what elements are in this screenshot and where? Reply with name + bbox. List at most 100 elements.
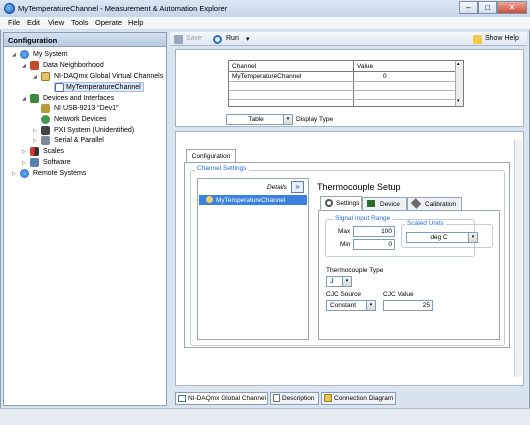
table-scrollbar[interactable]: ▴ ▾ [455, 61, 463, 106]
tree-item-mytemperaturechannel[interactable]: MyTemperatureChannel [66, 84, 141, 91]
close-button[interactable]: ✕ [497, 1, 527, 14]
thermocouple-type-value: J [330, 278, 334, 285]
cjc-value-input[interactable]: 25 [383, 300, 433, 311]
menu-view[interactable]: View [48, 18, 64, 27]
configuration-tab-body: Channel Settings Details » MyTemperature… [184, 162, 510, 348]
tab-global-channel-label: NI-DAQmx Global Channel [188, 395, 267, 402]
channel-settings-label: Channel Settings [195, 165, 249, 172]
cjc-source-dropdown[interactable]: Constant ▾ [326, 300, 376, 311]
tab-connection-diagram[interactable]: Connection Diagram [321, 392, 396, 405]
maximize-button[interactable]: □ [478, 1, 497, 14]
min-label: Min [340, 241, 351, 248]
show-help-button[interactable]: Show Help [485, 35, 519, 42]
display-type-value: Table [248, 116, 264, 123]
chevron-down-icon[interactable]: ▾ [283, 115, 292, 124]
tab-global-channel[interactable]: NI-DAQmx Global Channel [175, 392, 268, 405]
table-row-line [229, 99, 455, 100]
expand-arrow-icon[interactable]: ▷ [22, 149, 26, 155]
tree-item-devices-and-interfaces[interactable]: Devices and Interfaces [43, 95, 114, 102]
run-button[interactable]: Run [226, 35, 239, 42]
tree-item-remote-systems[interactable]: Remote Systems [33, 170, 86, 177]
configuration-header: Configuration [4, 33, 166, 47]
computer-icon [20, 50, 29, 59]
save-button[interactable]: Save [186, 35, 202, 42]
tree-item-my-system[interactable]: My System [33, 51, 68, 58]
expand-arrow-icon[interactable]: ▷ [33, 138, 37, 144]
tab-connection-diagram-label: Connection Diagram [334, 395, 394, 402]
database-icon [30, 61, 39, 70]
cjc-source-value: Constant [330, 302, 357, 309]
expand-arrow-icon[interactable]: ◢ [12, 52, 16, 58]
help-icon [473, 35, 482, 44]
tree-item-software[interactable]: Software [43, 159, 71, 166]
expand-arrow-icon[interactable]: ▷ [22, 160, 26, 166]
menu-tools[interactable]: Tools [71, 18, 89, 27]
menu-file[interactable]: File [8, 18, 20, 27]
thermocouple-setup-title: Thermocouple Setup [317, 182, 401, 192]
scaled-units-label: Scaled Units [405, 220, 446, 227]
menu-edit[interactable]: Edit [27, 18, 40, 27]
table-cell-value: 0 [383, 73, 387, 80]
expand-arrow-icon[interactable]: ◢ [33, 74, 37, 80]
run-icon [213, 35, 222, 44]
min-input[interactable]: 0 [353, 239, 395, 250]
table-cell-channel: MyTemperatureChannel [232, 73, 302, 80]
tab-description-label: Description [282, 395, 315, 402]
remote-icon [20, 169, 29, 178]
channel-value-table: Channel Value MyTemperatureChannel 0 ▴ ▾ [228, 60, 464, 107]
table-header-channel: Channel [232, 63, 257, 70]
tree-item-serial-parallel[interactable]: Serial & Parallel [54, 137, 104, 144]
minimize-button[interactable]: – [459, 1, 478, 14]
run-dropdown-arrow[interactable]: ▾ [246, 35, 250, 43]
max-label: Max [338, 228, 351, 235]
configuration-panel: Configuration Channel Settings Details »… [175, 131, 524, 386]
details-expand-button[interactable]: » [291, 181, 304, 193]
signal-input-range-label: Signal Input Range [333, 215, 393, 222]
expand-arrow-icon[interactable]: ▷ [12, 171, 16, 177]
channel-icon [55, 83, 64, 92]
serial-icon [41, 136, 50, 145]
table-header-divider [229, 71, 455, 72]
tree-item-ni-usb-9213[interactable]: NI USB-9213 "Dev1" [54, 105, 119, 112]
scroll-up-icon[interactable]: ▴ [457, 61, 460, 67]
software-icon [30, 158, 39, 167]
diagram-icon [324, 394, 332, 403]
chevron-down-icon[interactable]: ▾ [468, 233, 477, 242]
tree-item-data-neighborhood[interactable]: Data Neighborhood [43, 62, 104, 69]
status-bar [0, 408, 530, 425]
expand-arrow-icon[interactable]: ▷ [33, 128, 37, 134]
devices-icon [30, 94, 39, 103]
display-type-label: Display Type [296, 116, 334, 123]
thermocouple-icon [206, 196, 213, 203]
chevron-down-icon[interactable]: ▾ [342, 277, 351, 286]
tree-item-pxi-system[interactable]: PXI System (Unidentified) [54, 127, 134, 134]
app-icon [4, 3, 15, 14]
tree-item-scales[interactable]: Scales [43, 148, 64, 155]
gear-icon [325, 199, 333, 207]
cjc-source-label: CJC Source [326, 291, 362, 298]
tree-item-global-virtual-channels[interactable]: NI-DAQmx Global Virtual Channels [54, 73, 163, 80]
tab-description[interactable]: Description [270, 392, 319, 405]
device-icon [367, 200, 375, 207]
expand-arrow-icon[interactable]: ◢ [22, 96, 26, 102]
table-header-value: Value [357, 63, 374, 70]
table-row-line [229, 90, 455, 91]
thermocouple-type-label: Thermocouple Type [326, 267, 384, 274]
chevron-down-icon[interactable]: ▾ [366, 301, 375, 310]
max-input[interactable]: 100 [353, 226, 395, 237]
thermocouple-type-dropdown[interactable]: J ▾ [326, 276, 352, 287]
document-icon [273, 394, 280, 403]
display-type-dropdown[interactable]: Table ▾ [226, 114, 293, 125]
menu-help[interactable]: Help [128, 18, 143, 27]
tree-item-network-devices[interactable]: Network Devices [54, 116, 107, 123]
scaled-units-dropdown[interactable]: deg C ▾ [406, 232, 478, 243]
expand-arrow-icon[interactable]: ◢ [22, 63, 26, 69]
menu-operate[interactable]: Operate [95, 18, 122, 27]
scales-icon [30, 147, 39, 156]
configuration-scrollbar[interactable] [514, 140, 522, 377]
scroll-down-icon[interactable]: ▾ [457, 98, 460, 104]
tab-configuration[interactable]: Configuration [186, 149, 236, 163]
scaled-units-value: deg C [430, 234, 448, 241]
network-icon [41, 115, 50, 124]
details-label: Details [267, 184, 287, 191]
